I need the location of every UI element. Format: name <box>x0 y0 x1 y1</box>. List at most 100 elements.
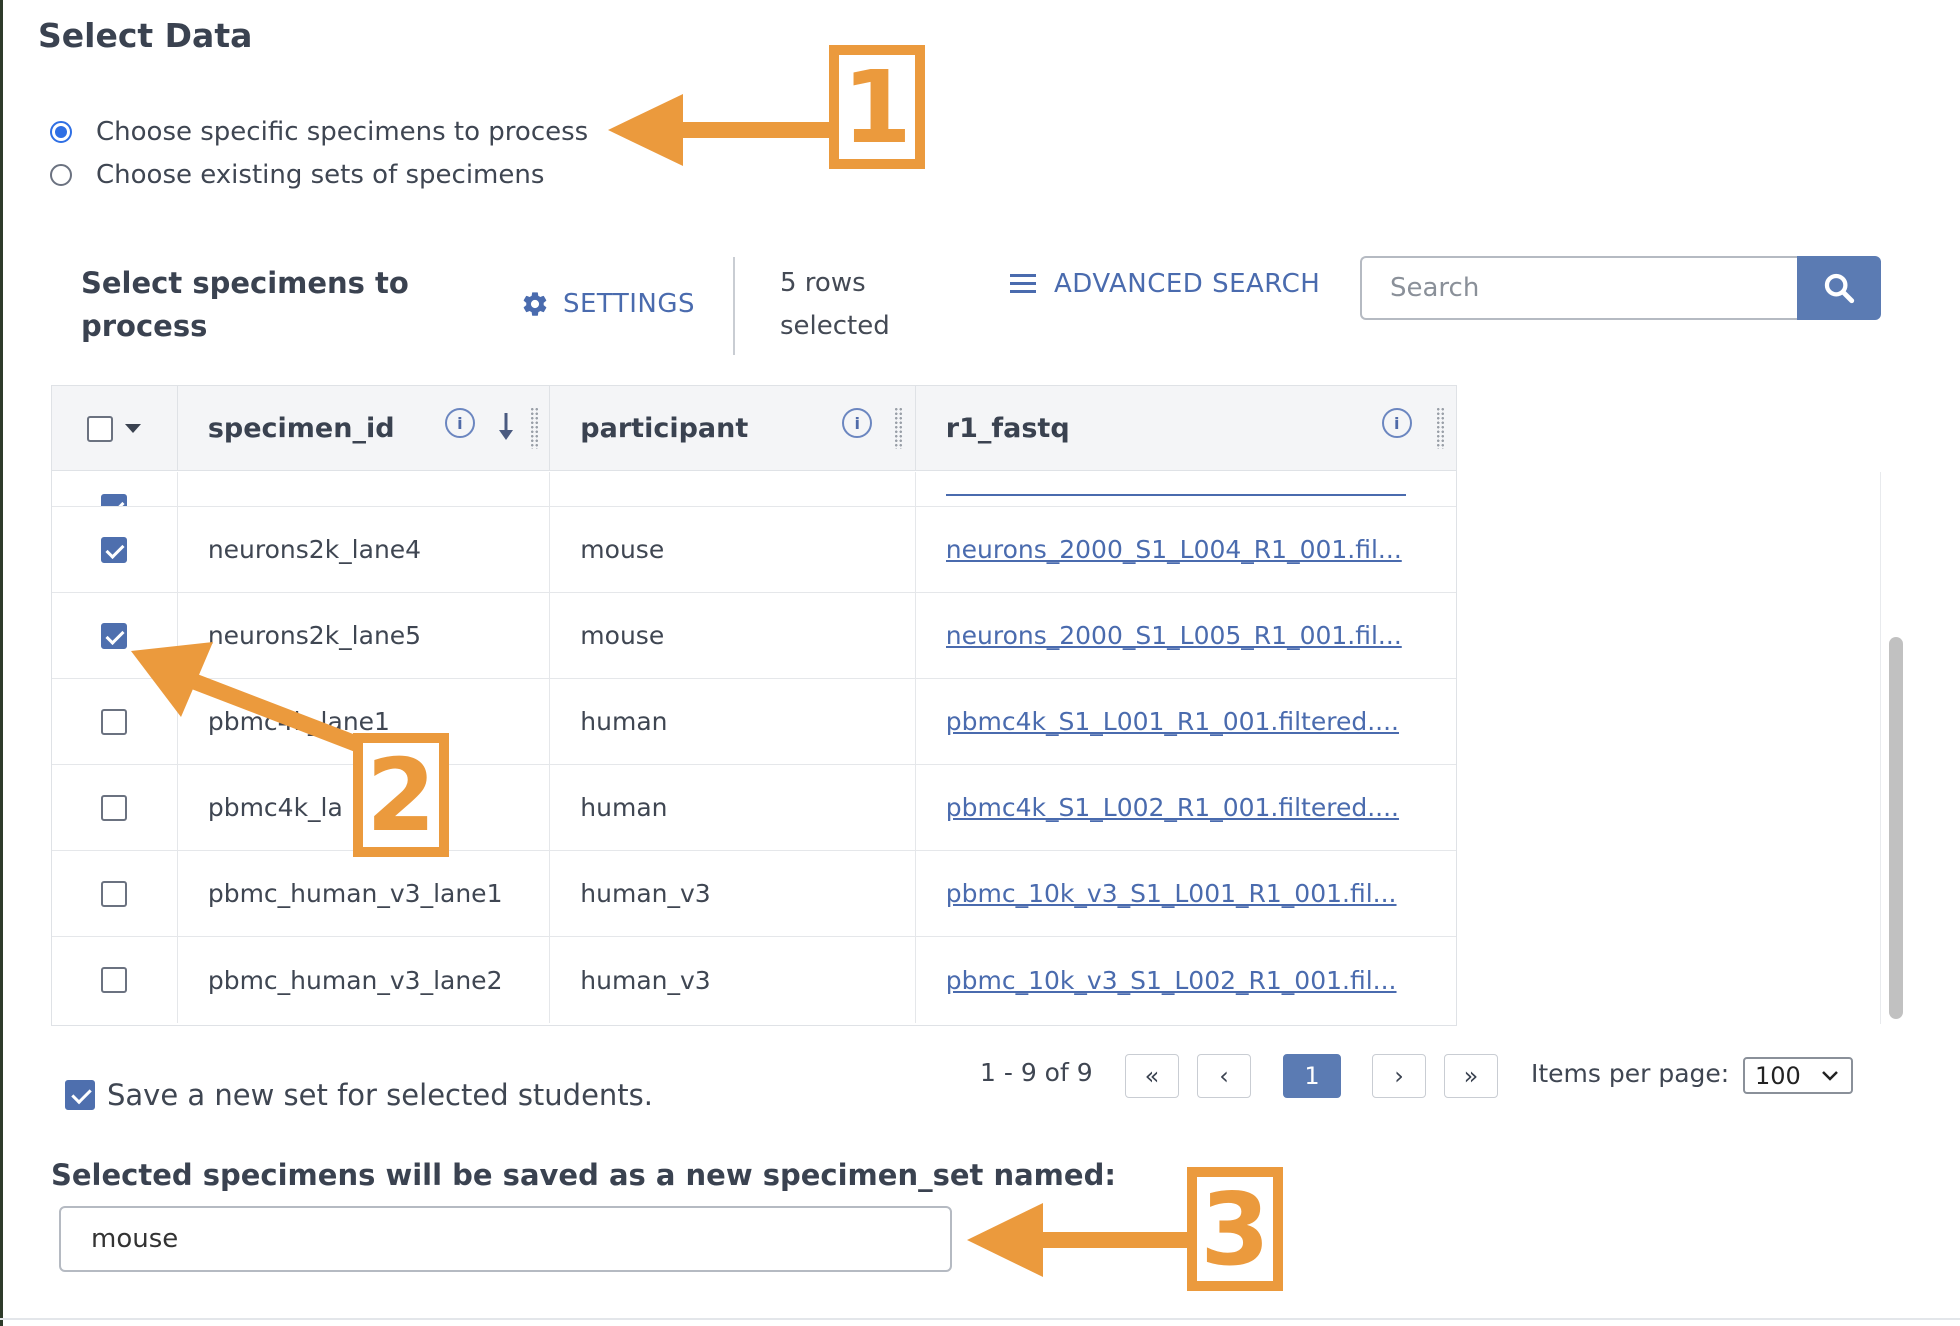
row-checkbox[interactable] <box>101 794 128 821</box>
table-row[interactable]: pbmc_human_v3_lane1 human_v3 pbmc_10k_v3… <box>52 851 1456 937</box>
row-checkbox[interactable] <box>101 880 128 907</box>
radio-button-selected[interactable] <box>50 121 72 143</box>
row-checkbox[interactable] <box>101 494 128 506</box>
fastq-file-link[interactable]: pbmc4k_S1_L002_R1_001.filtered.... <box>946 793 1426 822</box>
gear-icon <box>523 292 547 316</box>
column-resize-handle[interactable] <box>894 407 904 449</box>
cell-specimen-id: pbmc_human_v3_lane1 <box>178 851 551 936</box>
table-row-partial[interactable] <box>52 472 1456 507</box>
hamburger-icon <box>1010 274 1036 294</box>
table-row[interactable]: neurons2k_lane5 mouse neurons_2000_S1_L0… <box>52 593 1456 679</box>
radio-existing-sets[interactable]: Choose existing sets of specimens <box>50 155 544 195</box>
select-all-header <box>52 386 178 471</box>
settings-button[interactable]: SETTINGS <box>521 289 695 319</box>
search-input[interactable] <box>1360 256 1798 320</box>
participant: human <box>580 793 668 822</box>
table-row[interactable]: neurons2k_lane4 mouse neurons_2000_S1_L0… <box>52 507 1456 593</box>
cell-r1-fastq: neurons_2000_S1_L005_R1_001.fil... <box>916 593 1456 678</box>
fastq-file-link[interactable]: neurons_2000_S1_L005_R1_001.fil... <box>946 621 1426 650</box>
row-checkbox-cell <box>52 593 178 678</box>
save-set-checkbox[interactable] <box>65 1080 95 1110</box>
column-header-r1-fastq[interactable]: r1_fastq i <box>916 386 1456 471</box>
select-all-checkbox[interactable] <box>87 415 114 442</box>
column-label: specimen_id <box>207 413 395 444</box>
radio-button[interactable] <box>50 164 72 186</box>
last-page-button[interactable]: » <box>1444 1054 1498 1098</box>
fastq-file-link[interactable]: pbmc_10k_v3_S1_L001_R1_001.fil... <box>946 879 1426 908</box>
cell-participant <box>550 472 916 506</box>
cell-specimen-id <box>178 472 551 506</box>
cell-specimen-id: neurons2k_lane5 <box>178 593 551 678</box>
advanced-search-button[interactable]: ADVANCED SEARCH <box>1010 269 1320 299</box>
row-checkbox[interactable] <box>101 708 128 735</box>
row-checkbox[interactable] <box>101 967 128 993</box>
callout-arrow-3 <box>967 1203 1195 1277</box>
table-row[interactable]: pbmc4k_la human pbmc4k_S1_L002_R1_001.fi… <box>52 765 1456 851</box>
radio-specific-specimens[interactable]: Choose specific specimens to process <box>50 112 588 152</box>
set-name-label: Selected specimens will be saved as a ne… <box>51 1158 1116 1192</box>
specimen-id: neurons2k_lane5 <box>207 621 422 650</box>
table-row[interactable]: pbmc_human_v3_lane2 human_v3 pbmc_10k_v3… <box>52 937 1456 1023</box>
cell-participant: human <box>550 679 916 764</box>
specimen-id: pbmc4k_lane1 <box>207 707 390 736</box>
specimen-id: neurons2k_lane4 <box>207 535 422 564</box>
first-page-button[interactable]: « <box>1125 1054 1179 1098</box>
participant: human <box>580 707 668 736</box>
table-scrollbar-thumb[interactable] <box>1889 637 1903 1019</box>
items-per-page-select[interactable]: 100 <box>1743 1057 1853 1094</box>
cell-r1-fastq <box>916 472 1456 506</box>
search-button[interactable] <box>1797 256 1881 320</box>
next-page-button[interactable]: › <box>1372 1054 1426 1098</box>
advanced-search-label: ADVANCED SEARCH <box>1054 269 1321 299</box>
info-icon[interactable]: i <box>1381 408 1412 438</box>
bottom-divider <box>0 1318 1960 1320</box>
cell-participant: mouse <box>550 507 916 592</box>
prev-page-button[interactable]: ‹ <box>1197 1054 1251 1098</box>
save-set-option[interactable]: Save a new set for selected students. <box>65 1078 653 1112</box>
cell-r1-fastq: neurons_2000_S1_L004_R1_001.fil... <box>916 507 1456 592</box>
specimens-table: specimen_id i participant i r1_fastq i n… <box>51 385 1457 1026</box>
column-label: r1_fastq <box>945 413 1070 444</box>
callout-badge-2: 2 <box>353 733 449 857</box>
set-name-input[interactable] <box>59 1206 952 1272</box>
row-checkbox-cell <box>52 851 178 936</box>
table-row[interactable]: pbmc4k_lane1 human pbmc4k_S1_L001_R1_001… <box>52 679 1456 765</box>
cell-participant: human_v3 <box>550 851 916 936</box>
radio-label: Choose existing sets of specimens <box>96 160 545 190</box>
fastq-file-link[interactable]: pbmc4k_S1_L001_R1_001.filtered.... <box>946 707 1426 736</box>
fastq-file-link[interactable]: pbmc_10k_v3_S1_L002_R1_001.fil... <box>946 966 1426 995</box>
column-header-participant[interactable]: participant i <box>550 386 916 471</box>
chevron-down-icon <box>1822 1071 1838 1081</box>
radio-label: Choose specific specimens to process <box>96 117 589 147</box>
callout-badge-3: 3 <box>1187 1167 1283 1291</box>
page-button-current[interactable]: 1 <box>1283 1054 1341 1098</box>
column-label: participant <box>580 413 749 444</box>
items-per-page-value: 100 <box>1755 1061 1801 1090</box>
arrow-down-icon[interactable] <box>497 411 515 443</box>
row-checkbox[interactable] <box>101 622 128 649</box>
fastq-file-link[interactable]: neurons_2000_S1_L004_R1_001.fil... <box>946 535 1426 564</box>
specimen-id: pbmc_human_v3_lane1 <box>207 879 503 908</box>
cell-r1-fastq: pbmc_10k_v3_S1_L001_R1_001.fil... <box>916 851 1456 936</box>
row-checkbox-cell <box>52 472 178 506</box>
info-icon[interactable]: i <box>444 408 475 438</box>
participant: human_v3 <box>580 965 711 995</box>
file-link-fragment[interactable] <box>945 493 1406 496</box>
cell-specimen-id: pbmc_human_v3_lane2 <box>178 937 551 1023</box>
info-icon[interactable]: i <box>842 408 873 438</box>
cell-r1-fastq: pbmc4k_S1_L001_R1_001.filtered.... <box>916 679 1456 764</box>
column-header-specimen-id[interactable]: specimen_id i <box>178 386 551 471</box>
cell-participant: human_v3 <box>550 937 916 1023</box>
row-checkbox[interactable] <box>101 536 128 563</box>
column-resize-handle[interactable] <box>1435 407 1445 449</box>
window-left-edge <box>0 0 3 1326</box>
search-icon <box>1824 273 1855 304</box>
select-menu-caret-icon[interactable] <box>125 424 142 433</box>
save-set-label: Save a new set for selected students. <box>107 1078 654 1112</box>
cell-r1-fastq: pbmc_10k_v3_S1_L002_R1_001.fil... <box>916 937 1456 1023</box>
participant: mouse <box>580 621 665 650</box>
table-header: specimen_id i participant i r1_fastq i <box>52 386 1456 471</box>
column-resize-handle[interactable] <box>529 407 539 449</box>
cell-participant: mouse <box>550 593 916 678</box>
rows-selected-count: 5 rows selected <box>780 268 890 341</box>
